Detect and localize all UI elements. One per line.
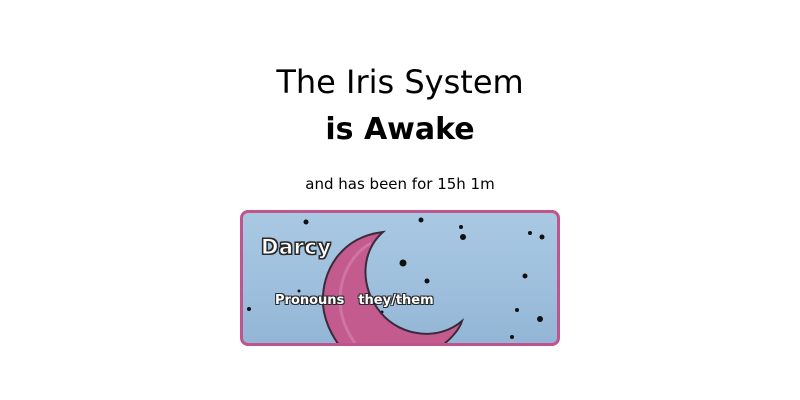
pronouns-value: they/them [358, 293, 434, 308]
member-name: Darcy [261, 235, 332, 260]
pronouns-label: Pronouns [275, 293, 345, 308]
pronouns-row: Pronouns they/them [275, 293, 434, 308]
title-system-name: The Iris System [276, 63, 524, 101]
moon-night-background [247, 217, 545, 343]
crescent-moon [321, 230, 464, 343]
member-card[interactable]: Darcy Pronouns they/them [240, 210, 560, 346]
awake-duration: and has been for 15h 1m [305, 175, 495, 193]
title-awake-state: is Awake [325, 112, 475, 147]
